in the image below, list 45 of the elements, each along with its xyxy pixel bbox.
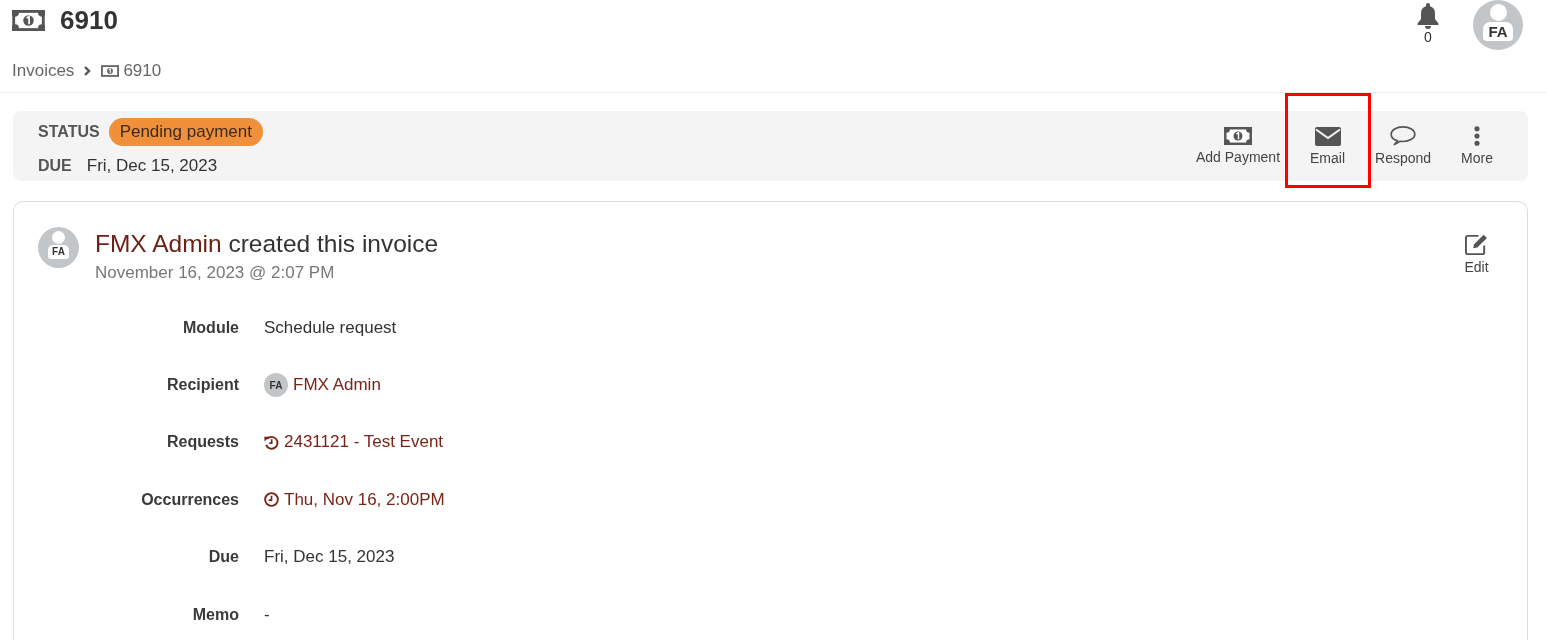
due-label: DUE — [38, 157, 72, 175]
avatar-initials: FA — [48, 245, 69, 259]
money-bill-icon — [12, 9, 45, 31]
money-bill-icon — [101, 65, 120, 77]
edit-button[interactable]: Edit — [1464, 233, 1489, 275]
breadcrumb-current: 6910 — [123, 61, 162, 81]
field-label: Requests — [166, 433, 239, 452]
respond-button[interactable]: Respond — [1375, 111, 1432, 181]
activity-title: FMX Admin created this invoice — [95, 230, 439, 258]
clock-icon — [264, 492, 279, 508]
notifications-button[interactable]: 0 — [1416, 3, 1440, 44]
author-link[interactable]: FMX Admin — [95, 230, 222, 257]
page-title: 6910 — [60, 5, 118, 35]
field-label: Memo — [192, 605, 239, 624]
status-label: STATUS — [38, 123, 100, 141]
speech-bubble-icon — [1390, 126, 1417, 146]
edit-icon — [1464, 233, 1489, 256]
recipient-link[interactable]: FMX Admin — [293, 375, 381, 396]
field-value: Fri, Dec 15, 2023 — [264, 547, 395, 568]
bell-icon — [1416, 3, 1440, 29]
activity-timestamp: November 16, 2023 @ 2:07 PM — [95, 263, 336, 283]
email-button[interactable]: Email — [1310, 111, 1346, 181]
field-label: Module — [183, 318, 239, 337]
envelope-icon — [1314, 126, 1341, 146]
request-link[interactable]: 2431121 - Test Event — [264, 432, 444, 453]
field-value: Schedule request — [264, 317, 397, 338]
money-bill-icon — [1224, 127, 1252, 145]
more-button[interactable]: More — [1461, 111, 1493, 181]
breadcrumb-link[interactable]: Invoices — [12, 61, 75, 81]
due-date: Fri, Dec 15, 2023 — [86, 156, 218, 176]
chevron-right-icon — [83, 65, 92, 77]
user-avatar[interactable]: FA — [1473, 0, 1523, 50]
recipient-avatar: FA — [264, 373, 288, 398]
silhouette-head-icon — [1489, 4, 1507, 21]
add-payment-button[interactable]: Add Payment — [1195, 111, 1281, 181]
occurrence-link[interactable]: Thu, Nov 16, 2:00PM — [264, 489, 445, 510]
field-label: Recipient — [167, 376, 239, 395]
avatar-initials: FA — [1483, 22, 1513, 41]
field-value: - — [264, 604, 270, 625]
silhouette-head-icon — [52, 231, 65, 244]
vertical-dots-icon — [1474, 126, 1481, 146]
history-icon — [264, 434, 279, 450]
field-label: Due — [208, 548, 239, 567]
status-badge: Pending payment — [108, 118, 263, 146]
field-label: Occurrences — [141, 490, 239, 509]
